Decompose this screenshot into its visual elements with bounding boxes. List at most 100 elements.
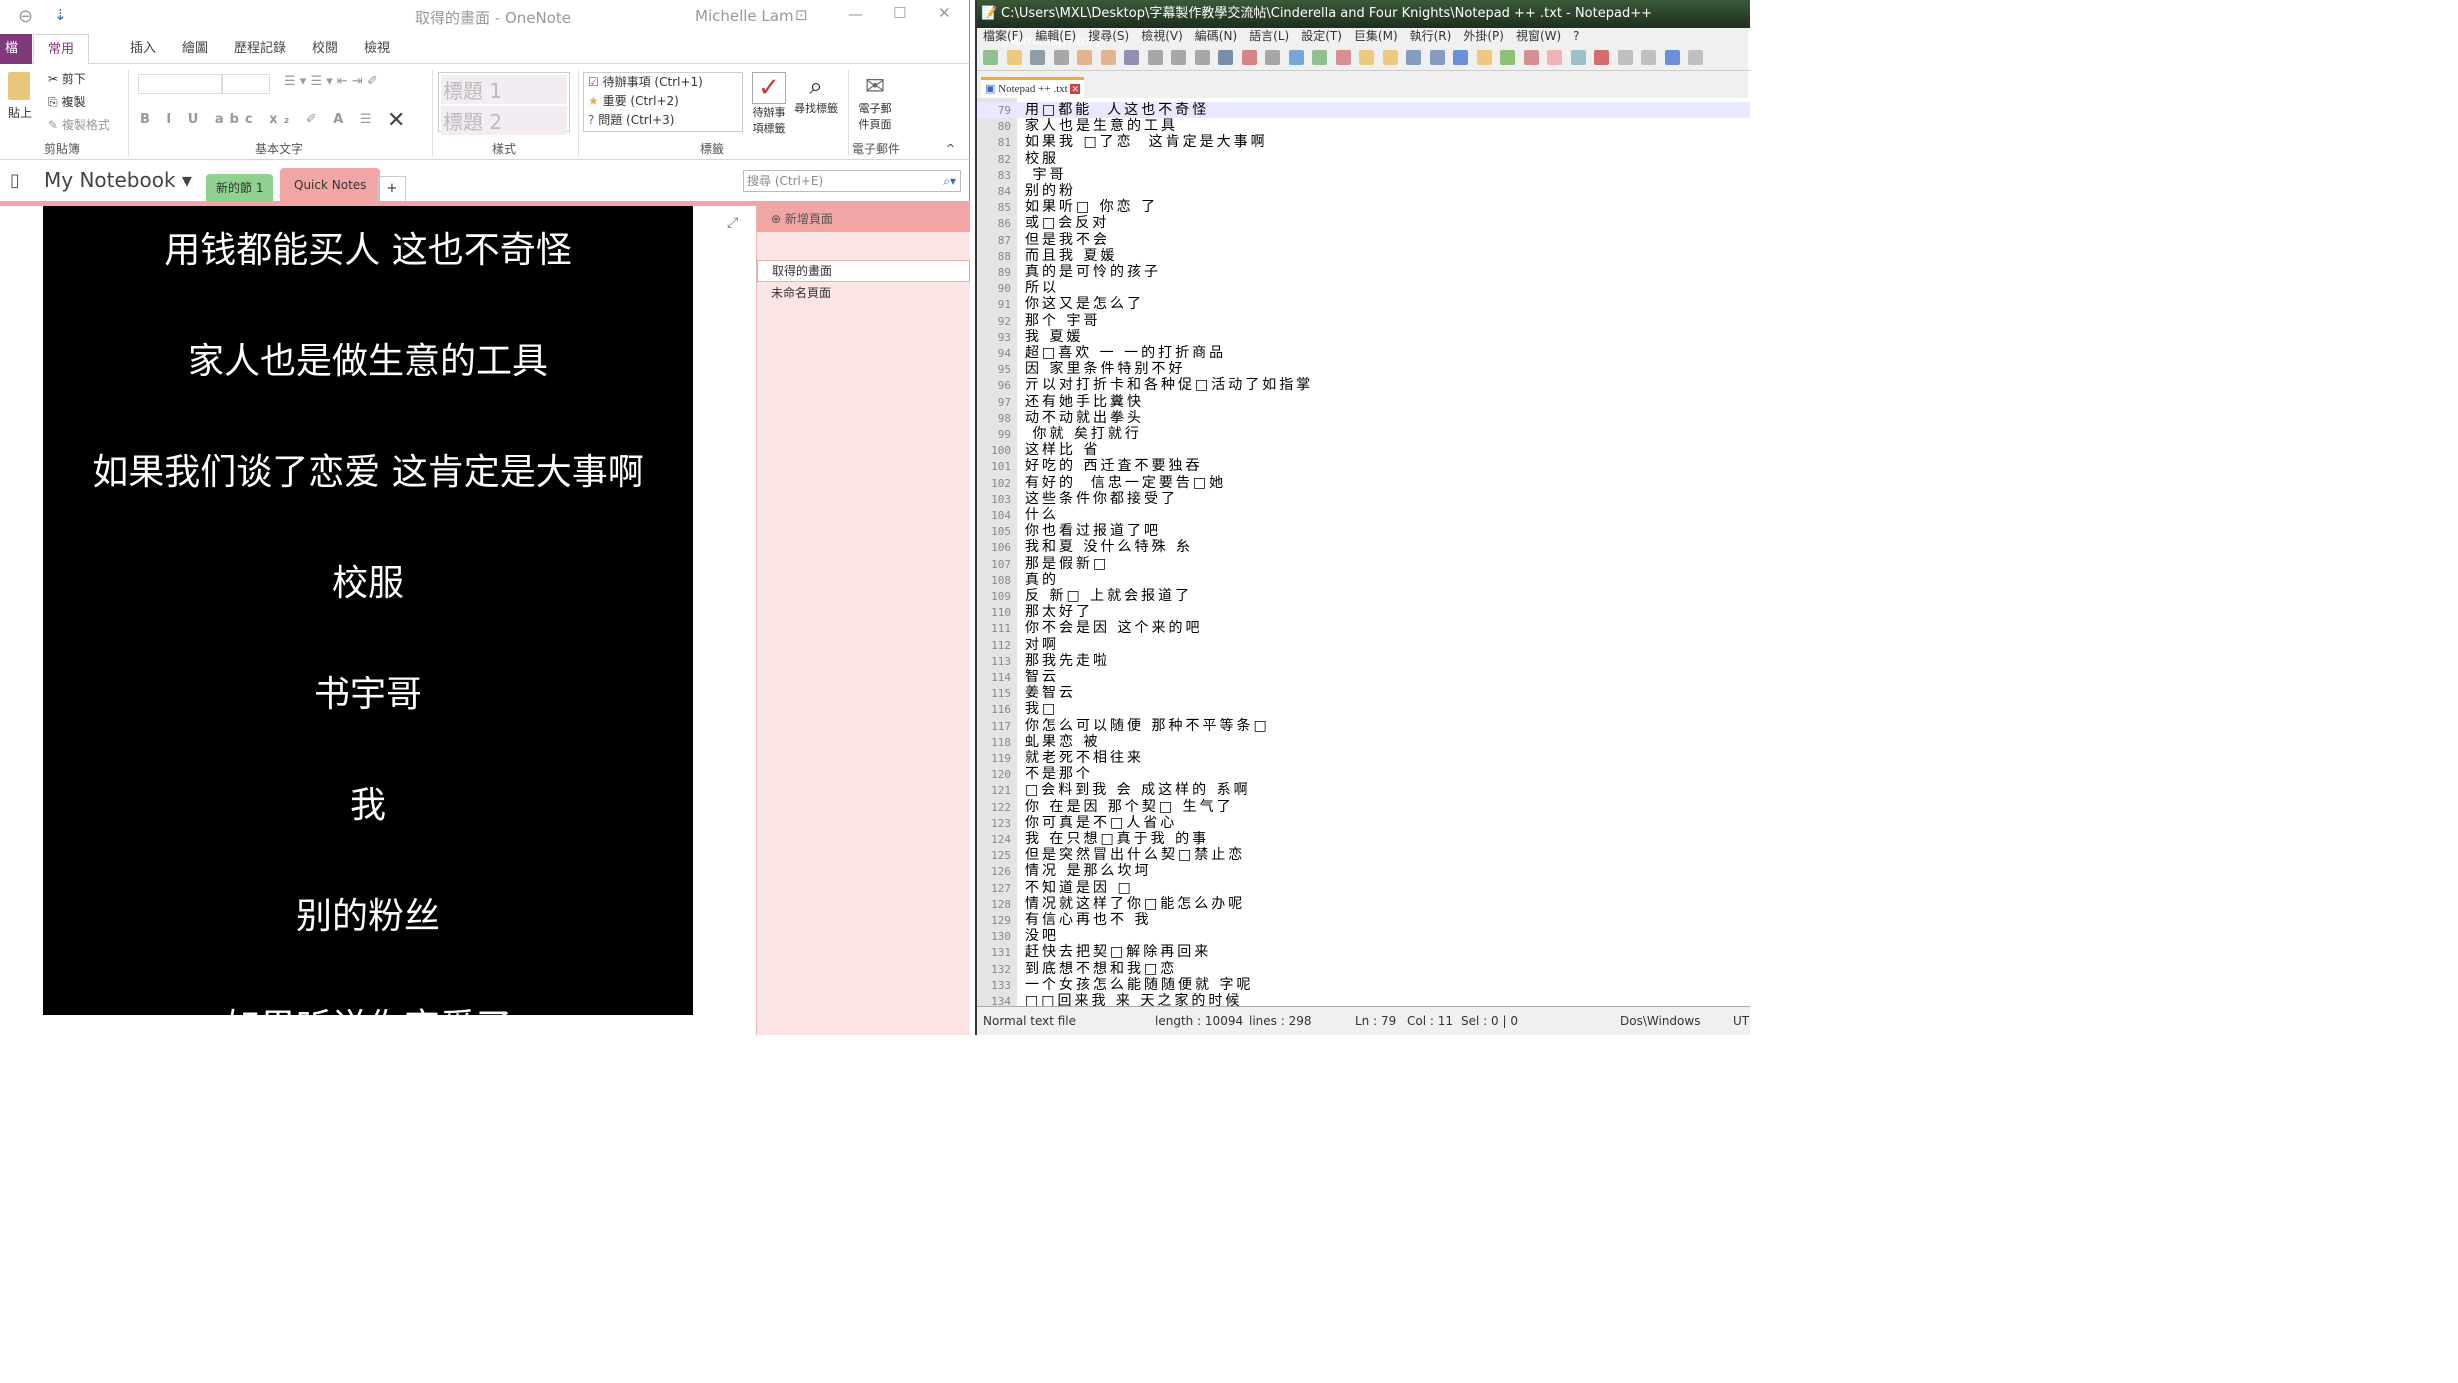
- line-text: 家人也是生意的工具: [1025, 118, 1178, 135]
- tab-home[interactable]: 常用: [33, 34, 90, 64]
- page-item[interactable]: 未命名頁面: [757, 282, 970, 304]
- line-text: 校服: [1025, 150, 1059, 167]
- tab-view[interactable]: 檢視: [350, 34, 404, 64]
- notebook-selector[interactable]: My Notebook ▾: [44, 168, 192, 192]
- tag-todo[interactable]: ☑ 待辦事項 (Ctrl+1): [588, 73, 742, 92]
- toolbar-button-icon[interactable]: [1570, 50, 1586, 65]
- menu-item[interactable]: ?: [1573, 29, 1579, 43]
- toolbar-button-icon[interactable]: [1006, 50, 1022, 65]
- line-text: 你 在是因 那个契□ 生气了: [1025, 798, 1234, 815]
- toolbar-button-icon[interactable]: [1617, 50, 1633, 65]
- tab-insert[interactable]: 插入: [116, 34, 170, 64]
- line-number: 121: [991, 784, 1011, 798]
- toolbar-button-icon[interactable]: [1147, 50, 1163, 65]
- toolbar-button-icon[interactable]: [1594, 50, 1609, 65]
- todo-tag-button[interactable]: ✓ 待辦事項標籤: [752, 72, 786, 136]
- section-tab-quick-notes[interactable]: Quick Notes: [280, 168, 381, 202]
- search-input[interactable]: 搜尋 (Ctrl+E) ⌕▾: [743, 170, 961, 192]
- toolbar-button-icon[interactable]: [1265, 50, 1280, 65]
- toolbar-button-icon[interactable]: [1218, 50, 1233, 65]
- quick-access-icon[interactable]: ⇣: [54, 6, 67, 24]
- expand-icon[interactable]: ⤢: [727, 215, 738, 231]
- line-number: 90: [997, 282, 1011, 296]
- collapse-ribbon-icon[interactable]: ^: [946, 142, 955, 155]
- tag-question[interactable]: ? 問題 (Ctrl+3): [588, 111, 742, 130]
- font-name-box[interactable]: [138, 74, 222, 94]
- menu-item[interactable]: 設定(T): [1301, 29, 1342, 43]
- find-tags-button[interactable]: ⌕ 尋找標籤: [794, 72, 838, 116]
- menu-item[interactable]: 搜尋(S): [1088, 29, 1129, 43]
- file-tab[interactable]: ▣ Notepad ++ .txt ✕: [981, 77, 1084, 98]
- toolbar-button-icon[interactable]: [1194, 50, 1210, 65]
- toolbar-button-icon[interactable]: [1523, 50, 1539, 65]
- toolbar-button-icon[interactable]: [1453, 50, 1468, 65]
- tab-review[interactable]: 校閱: [298, 34, 352, 64]
- cut-button[interactable]: ✂ 剪下: [48, 70, 86, 87]
- toolbar-button-icon[interactable]: [1312, 50, 1327, 65]
- toolbar-button-icon[interactable]: [1171, 50, 1186, 65]
- menu-item[interactable]: 外掛(P): [1463, 29, 1504, 43]
- maximize-button[interactable]: ☐: [893, 4, 906, 22]
- toolbar-button-icon[interactable]: [1053, 50, 1069, 65]
- toolbar-button-icon[interactable]: [983, 50, 998, 65]
- toolbar-button-icon[interactable]: [1241, 50, 1257, 65]
- page-item-selected[interactable]: 取得的畫面: [757, 260, 970, 282]
- user-name[interactable]: Michelle Lam: [695, 7, 794, 25]
- toolbar-button-icon[interactable]: [1476, 50, 1492, 65]
- menu-item[interactable]: 檔案(F): [983, 29, 1023, 43]
- list-icons[interactable]: ☰ ▾ ☰ ▾ ⇤ ⇥ ✐: [284, 74, 378, 89]
- style-heading2[interactable]: 標題 2: [441, 106, 567, 135]
- email-page-button[interactable]: ✉ 電子郵件頁面: [855, 72, 895, 132]
- style-heading1[interactable]: 標題 1: [441, 75, 567, 104]
- search-icon[interactable]: ⌕▾: [943, 171, 956, 191]
- text-editor[interactable]: 79 用□都能 人这也不奇怪 80 家人也是生意的工具 81 如果我 □了恋 这肯定是大事…: [977, 98, 1750, 1006]
- paste-button[interactable]: 貼上: [8, 104, 32, 121]
- toolbar-button-icon[interactable]: [1077, 50, 1092, 65]
- clear-format-icon[interactable]: ✕: [387, 108, 405, 133]
- toolbar-button-icon[interactable]: [1664, 50, 1680, 65]
- format-buttons[interactable]: B I U abc x₂ ✐ A ☰: [140, 112, 377, 127]
- menu-item[interactable]: 巨集(M): [1354, 29, 1398, 43]
- toolbar-button-icon[interactable]: [1335, 50, 1351, 65]
- tags-gallery[interactable]: ☑ 待辦事項 (Ctrl+1) ★ 重要 (Ctrl+2) ? 問題 (Ctrl…: [583, 72, 743, 132]
- line-text: 赶快去把契□解除再回来: [1025, 944, 1212, 961]
- ribbon-display-icon[interactable]: ⊡: [795, 6, 808, 24]
- toolbar-button-icon[interactable]: [1500, 50, 1515, 65]
- add-page-button[interactable]: ⊕ 新增頁面: [757, 206, 970, 232]
- toolbar-button-icon[interactable]: [1429, 50, 1445, 65]
- font-size-box[interactable]: [222, 74, 270, 94]
- copy-button[interactable]: ⎘ 複製: [48, 93, 85, 110]
- status-col: Col : 11: [1407, 1014, 1453, 1028]
- menu-item[interactable]: 編輯(E): [1035, 29, 1076, 43]
- close-tab-icon[interactable]: ✕: [1070, 84, 1080, 94]
- menu-item[interactable]: 編碼(N): [1195, 29, 1237, 43]
- toolbar-button-icon[interactable]: [1382, 50, 1398, 65]
- notebook-bar: ▯ My Notebook ▾ 新的節 1 Quick Notes + 搜尋 (…: [0, 162, 970, 202]
- tab-history[interactable]: 歷程記錄: [220, 34, 300, 64]
- toolbar-button-icon[interactable]: [1406, 50, 1421, 65]
- toolbar-button-icon[interactable]: [1359, 50, 1374, 65]
- toolbar-button-icon[interactable]: [1100, 50, 1116, 65]
- tab-file[interactable]: 檔案: [0, 34, 32, 86]
- add-section-button[interactable]: +: [378, 176, 406, 202]
- section-tab-1[interactable]: 新的節 1: [206, 174, 274, 202]
- toolbar-button-icon[interactable]: [1688, 50, 1703, 65]
- toolbar-button-icon[interactable]: [1030, 50, 1045, 65]
- tab-draw[interactable]: 繪圖: [168, 34, 222, 64]
- menu-item[interactable]: 視窗(W): [1516, 29, 1561, 43]
- close-button[interactable]: ✕: [938, 4, 951, 22]
- paste-icon[interactable]: [8, 72, 30, 100]
- toolbar-button-icon[interactable]: [1288, 50, 1304, 65]
- tag-important[interactable]: ★ 重要 (Ctrl+2): [588, 92, 742, 111]
- menu-item[interactable]: 執行(R): [1410, 29, 1452, 43]
- toolbar-button-icon[interactable]: [1641, 50, 1656, 65]
- status-encoding: UT: [1733, 1014, 1750, 1028]
- toolbar-button-icon[interactable]: [1547, 50, 1562, 65]
- format-painter-button[interactable]: ✎ 複製格式: [48, 116, 110, 133]
- menu-item[interactable]: 檢視(V): [1141, 29, 1183, 43]
- minimize-button[interactable]: —: [848, 5, 863, 23]
- styles-gallery[interactable]: 標題 1 標題 2: [438, 72, 570, 135]
- menu-item[interactable]: 語言(L): [1249, 29, 1289, 43]
- toolbar-button-icon[interactable]: [1124, 50, 1139, 65]
- back-icon[interactable]: ⊖: [18, 6, 33, 27]
